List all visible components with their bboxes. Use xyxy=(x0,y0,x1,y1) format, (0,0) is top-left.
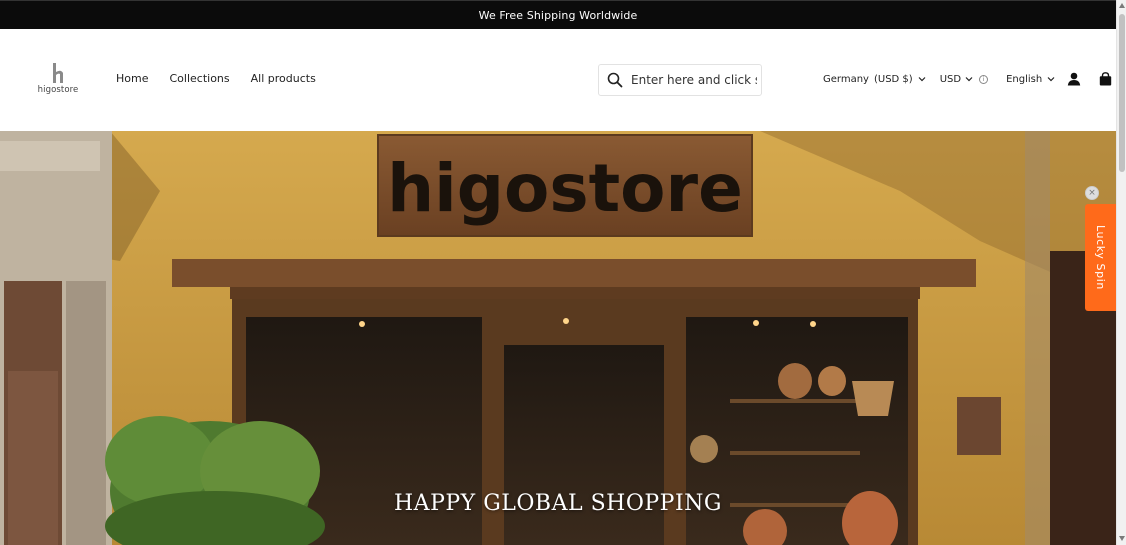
logo-mark-icon xyxy=(53,63,63,83)
hero-banner[interactable]: higostore HAPPY GLOBAL SHOPPING xyxy=(0,131,1116,545)
search-box[interactable] xyxy=(598,64,762,96)
hero-caption: HAPPY GLOBAL SHOPPING xyxy=(394,491,722,516)
page-scrollbar[interactable] xyxy=(1116,0,1126,545)
lucky-spin-button[interactable]: Lucky Spin xyxy=(1085,204,1116,311)
site-header: higostore Home Collections All products … xyxy=(0,29,1116,131)
lucky-spin-close-button[interactable]: × xyxy=(1085,186,1099,200)
country-label: Germany xyxy=(823,73,869,85)
announcement-text: We Free Shipping Worldwide xyxy=(478,8,638,22)
currency-selector[interactable]: USD i xyxy=(939,73,989,85)
nav-item-home[interactable]: Home xyxy=(116,72,148,85)
scroll-down-icon[interactable] xyxy=(1119,536,1125,541)
language-selector[interactable]: English xyxy=(1006,74,1055,85)
country-selector[interactable]: Germany (USD $) xyxy=(823,74,926,85)
cart-button[interactable] xyxy=(1099,72,1112,86)
chevron-down-icon xyxy=(965,77,973,82)
scrollbar-thumb[interactable] xyxy=(1119,14,1125,172)
search-icon[interactable] xyxy=(607,72,623,88)
search-input[interactable] xyxy=(631,73,757,87)
announcement-bar: We Free Shipping Worldwide xyxy=(0,0,1116,29)
main-nav: Home Collections All products xyxy=(116,72,316,85)
logo-text: higostore xyxy=(37,85,79,95)
country-currency-note: (USD $) xyxy=(873,73,913,85)
hero-sign-text: higostore xyxy=(387,150,743,227)
language-label: English xyxy=(1006,73,1043,85)
nav-item-collections[interactable]: Collections xyxy=(169,72,229,85)
page: We Free Shipping Worldwide higostore Hom… xyxy=(0,0,1116,545)
hero-storefront-image: higostore xyxy=(0,131,1116,545)
nav-item-all-products[interactable]: All products xyxy=(251,72,316,85)
user-icon xyxy=(1067,72,1081,86)
bag-icon xyxy=(1099,72,1112,86)
currency-label: USD xyxy=(939,73,962,85)
account-button[interactable] xyxy=(1067,72,1081,86)
scroll-up-icon[interactable] xyxy=(1119,3,1125,8)
header-actions: Germany (USD $) USD i English xyxy=(823,72,1112,86)
store-logo[interactable]: higostore xyxy=(38,62,78,98)
chevron-down-icon xyxy=(1047,77,1055,82)
info-icon[interactable]: i xyxy=(979,74,989,84)
lucky-spin-label: Lucky Spin xyxy=(1094,225,1107,290)
chevron-down-icon xyxy=(918,77,926,82)
